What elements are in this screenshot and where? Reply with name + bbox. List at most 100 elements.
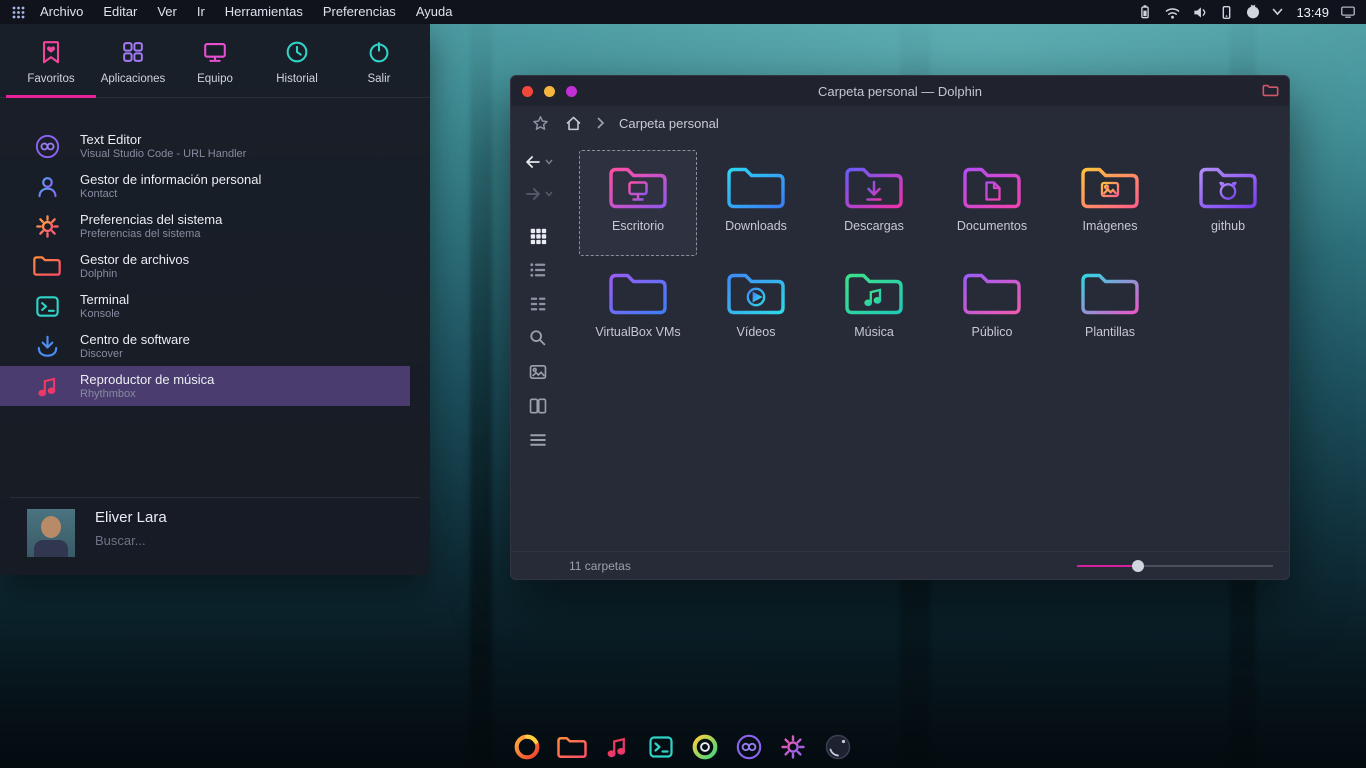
folder-item-plantillas[interactable]: Plantillas (1051, 256, 1169, 362)
tab-equipo[interactable]: Equipo (174, 38, 256, 97)
network-wifi-icon[interactable] (1164, 5, 1181, 20)
window-body: Escritorio Downloads Descargas Documento… (511, 140, 1289, 551)
folder-icon (605, 161, 671, 215)
folder-item-publico[interactable]: Público (933, 256, 1051, 362)
folder-icon (32, 251, 62, 281)
menu-ir[interactable]: Ir (187, 0, 215, 24)
dock-firefox-icon[interactable] (512, 732, 542, 762)
preview-image-icon[interactable] (528, 362, 548, 382)
battery-icon[interactable] (1137, 4, 1153, 20)
app-grid-icon[interactable] (6, 0, 30, 24)
favorite-item-dolphin[interactable]: Gestor de archivosDolphin (0, 246, 410, 286)
dock-music-player-icon[interactable] (602, 732, 632, 762)
clock[interactable]: 13:49 (1296, 5, 1329, 20)
folder-item-github[interactable]: github (1169, 150, 1287, 256)
favorite-subtitle: Preferencias del sistema (80, 228, 222, 240)
folder-item-virtualbox[interactable]: VirtualBox VMs (579, 256, 697, 362)
zoom-slider[interactable] (1077, 559, 1273, 573)
breadcrumb-chevron-icon (597, 117, 605, 129)
dock-terminal-icon[interactable] (646, 732, 676, 762)
folder-label: github (1211, 219, 1245, 233)
folder-item-videos[interactable]: Vídeos (697, 256, 815, 362)
status-bar: 11 carpetas (511, 551, 1289, 579)
tab-historial[interactable]: Historial (256, 38, 338, 97)
chevron-down-icon[interactable] (1272, 8, 1283, 16)
folder-label: Descargas (844, 219, 904, 233)
folder-label: Público (972, 325, 1013, 339)
home-icon[interactable] (564, 114, 583, 133)
favorites-list: Text EditorVisual Studio Code - URL Hand… (0, 126, 430, 406)
folder-item-musica[interactable]: Música (815, 256, 933, 362)
zoom-slider-handle[interactable] (1132, 560, 1144, 572)
favorite-title: Terminal (80, 292, 129, 307)
folder-icon (841, 161, 907, 215)
close-button[interactable] (522, 86, 533, 97)
github-icon[interactable] (1245, 4, 1261, 20)
folder-item-escritorio[interactable]: Escritorio (579, 150, 697, 256)
tab-favoritos[interactable]: Favoritos (10, 38, 92, 97)
bookmark-heart-icon (37, 38, 65, 66)
window-controls (522, 76, 577, 106)
menu-ver[interactable]: Ver (147, 0, 187, 24)
folder-item-descargas[interactable]: Descargas (815, 150, 933, 256)
favorite-item-system-settings[interactable]: Preferencias del sistemaPreferencias del… (0, 206, 410, 246)
dock-latte-icon[interactable] (822, 731, 854, 763)
favorite-item-rhythmbox[interactable]: Reproductor de músicaRhythmbox (0, 366, 410, 406)
folder-label: Documentos (957, 219, 1027, 233)
minimize-button[interactable] (544, 86, 555, 97)
software-center-icon (32, 331, 62, 361)
tab-salir[interactable]: Salir (338, 38, 420, 97)
folder-icon (959, 161, 1025, 215)
apps-grid-icon (119, 38, 147, 66)
tab-aplicaciones[interactable]: Aplicaciones (92, 38, 174, 97)
compact-view-button[interactable] (528, 294, 548, 314)
grid-dots-icon (12, 6, 25, 19)
dock-vscode-icon[interactable] (734, 732, 764, 762)
display-icon[interactable] (1340, 5, 1356, 19)
hamburger-menu-icon[interactable] (528, 430, 548, 450)
search-icon[interactable] (528, 328, 548, 348)
menu-archivo[interactable]: Archivo (30, 0, 93, 24)
favorite-item-text-editor[interactable]: Text EditorVisual Studio Code - URL Hand… (0, 126, 410, 166)
breadcrumb[interactable]: Carpeta personal (619, 116, 719, 131)
bookmark-star-icon[interactable] (531, 114, 550, 133)
folder-item-downloads[interactable]: Downloads (697, 150, 815, 256)
user-name: Eliver Lara (95, 509, 167, 526)
back-dropdown-icon[interactable] (545, 159, 553, 165)
back-button[interactable] (523, 152, 543, 172)
dock-chrome-icon[interactable] (690, 732, 720, 762)
window-title: Carpeta personal — Dolphin (818, 84, 982, 99)
folder-icon (841, 267, 907, 321)
favorite-title: Gestor de archivos (80, 252, 189, 267)
favorite-item-kontact[interactable]: Gestor de información personalKontact (0, 166, 410, 206)
volume-icon[interactable] (1192, 5, 1208, 20)
dock-settings-icon[interactable] (778, 732, 808, 762)
forward-dropdown-icon[interactable] (545, 191, 553, 197)
window-titlebar[interactable]: Carpeta personal — Dolphin (511, 76, 1289, 106)
application-launcher: Favoritos Aplicaciones Equipo Historial … (0, 24, 430, 575)
split-view-icon[interactable] (528, 396, 548, 416)
status-text: 11 carpetas (569, 559, 631, 573)
menu-herramientas[interactable]: Herramientas (215, 0, 313, 24)
icons-view-button[interactable] (528, 226, 548, 246)
search-input[interactable] (95, 533, 345, 548)
favorite-item-konsole[interactable]: TerminalKonsole (0, 286, 410, 326)
menu-ayuda[interactable]: Ayuda (406, 0, 463, 24)
list-view-button[interactable] (528, 260, 548, 280)
folder-item-documentos[interactable]: Documentos (933, 150, 1051, 256)
menu-preferencias[interactable]: Preferencias (313, 0, 406, 24)
window-folder-icon[interactable] (1262, 83, 1279, 103)
maximize-button[interactable] (566, 86, 577, 97)
menu-editar[interactable]: Editar (93, 0, 147, 24)
user-avatar[interactable] (27, 509, 75, 557)
favorite-subtitle: Kontact (80, 188, 261, 200)
favorite-item-discover[interactable]: Centro de softwareDiscover (0, 326, 410, 366)
keyboard-icon[interactable] (1219, 5, 1234, 20)
forward-button[interactable] (523, 184, 543, 204)
folder-item-imagenes[interactable]: Imágenes (1051, 150, 1169, 256)
dock-file-manager-icon[interactable] (556, 734, 588, 761)
favorite-title: Centro de software (80, 332, 190, 347)
tab-label: Aplicaciones (101, 73, 166, 85)
folder-view: Escritorio Downloads Descargas Documento… (565, 140, 1289, 551)
tab-label: Historial (276, 73, 318, 85)
